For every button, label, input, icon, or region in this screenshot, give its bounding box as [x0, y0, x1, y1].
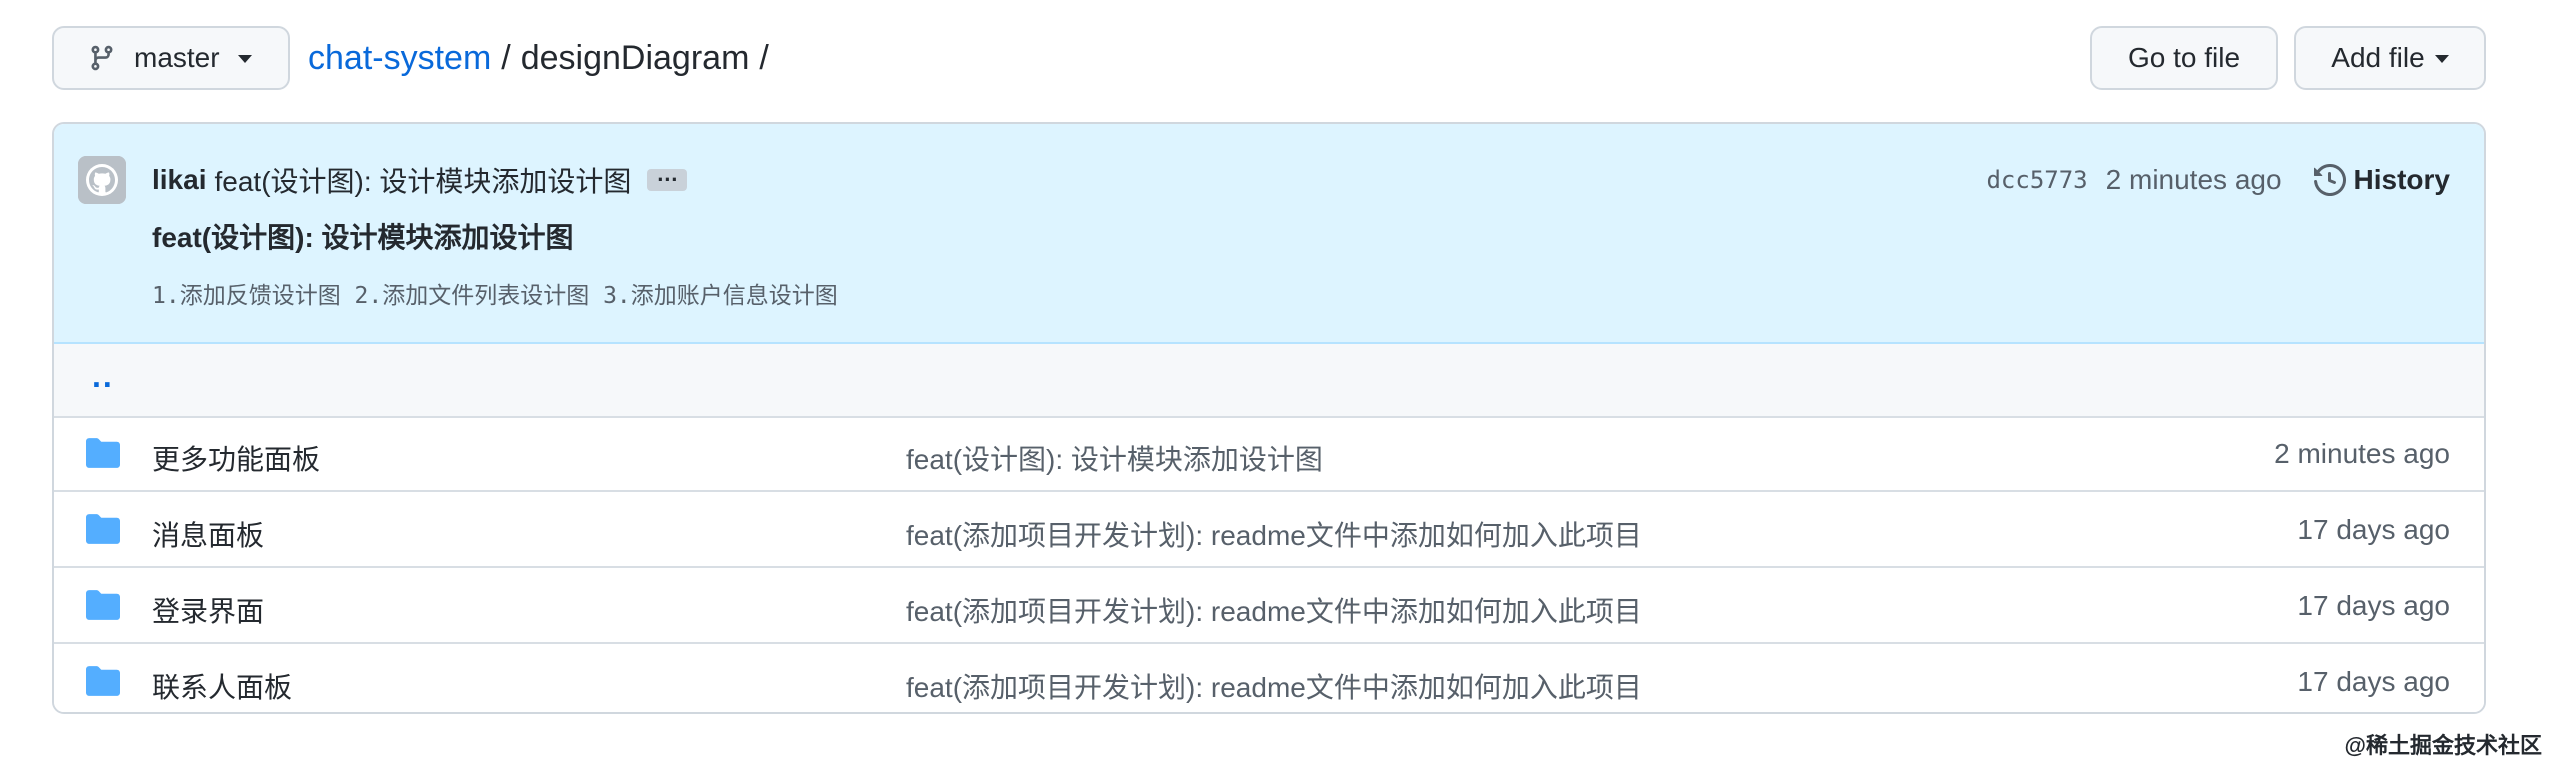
table-row[interactable]: 联系人面板 feat(添加项目开发计划): readme文件中添加如何加入此项目 1…	[54, 646, 2484, 712]
table-row[interactable]: 登录界面 feat(添加项目开发计划): readme文件中添加如何加入此项目 17…	[54, 570, 2484, 644]
add-file-label: Add file	[2331, 42, 2425, 73]
file-age: 17 days ago	[2297, 590, 2450, 621]
file-age: 2 minutes ago	[2274, 438, 2450, 469]
add-file-button[interactable]: Add file	[2294, 26, 2486, 90]
commit-summary: likai feat(设计图): 设计模块添加设计图 …	[152, 158, 688, 202]
commit-body: 1.添加反馈设计图 2.添加文件列表设计图 3.添加账户信息设计图	[152, 283, 838, 309]
commit-meta: dcc5773 2 minutes ago History	[1986, 158, 2450, 202]
file-commit-link[interactable]: feat(设计图): 设计模块添加设计图	[906, 438, 1323, 478]
avatar[interactable]	[78, 156, 126, 204]
history-icon	[2313, 164, 2346, 196]
table-row[interactable]: 消息面板 feat(添加项目开发计划): readme文件中添加如何加入此项目 17…	[54, 494, 2484, 568]
folder-icon	[86, 514, 120, 544]
file-navigation: master chat-system / designDiagram / Go …	[52, 26, 2486, 90]
file-age: 17 days ago	[2297, 514, 2450, 545]
breadcrumb: chat-system / designDiagram /	[308, 26, 779, 90]
folder-icon	[86, 438, 120, 468]
file-name-link[interactable]: 更多功能面板	[152, 438, 320, 478]
commit-author[interactable]: likai	[152, 164, 206, 196]
history-label: History	[2353, 164, 2450, 195]
file-commit-link[interactable]: feat(添加项目开发计划): readme文件中添加如何加入此项目	[906, 666, 1642, 706]
commit-title: feat(设计图): 设计模块添加设计图	[152, 222, 574, 253]
branch-select-button[interactable]: master	[52, 26, 290, 90]
chevron-down-icon	[237, 55, 252, 63]
go-to-file-button[interactable]: Go to file	[2090, 26, 2278, 90]
file-name-link[interactable]: 登录界面	[152, 590, 264, 630]
parent-directory-row[interactable]: ..	[54, 344, 2484, 418]
file-name-link[interactable]: 联系人面板	[152, 666, 292, 706]
folder-icon	[86, 590, 120, 620]
latest-commit: likai feat(设计图): 设计模块添加设计图 … feat(设计图): …	[54, 124, 2484, 344]
file-listing: likai feat(设计图): 设计模块添加设计图 … feat(设计图): …	[52, 122, 2486, 714]
file-commit-link[interactable]: feat(添加项目开发计划): readme文件中添加如何加入此项目	[906, 514, 1642, 554]
parent-directory-link[interactable]: ..	[92, 358, 114, 395]
file-age: 17 days ago	[2297, 666, 2450, 697]
chevron-down-icon	[2434, 55, 2449, 63]
commit-time: 2 minutes ago	[2105, 164, 2282, 195]
breadcrumb-current-dir: designDiagram	[520, 38, 750, 77]
commit-sha-link[interactable]: dcc5773	[1986, 166, 2087, 194]
history-button[interactable]: History	[2313, 164, 2450, 196]
expand-commit-button[interactable]: …	[647, 163, 688, 191]
file-commit-link[interactable]: feat(添加项目开发计划): readme文件中添加如何加入此项目	[906, 590, 1642, 630]
commit-message-link[interactable]: feat(设计图): 设计模块添加设计图	[214, 160, 631, 200]
table-row[interactable]: 更多功能面板 feat(设计图): 设计模块添加设计图 2 minutes ago	[54, 418, 2484, 492]
file-name-link[interactable]: 消息面板	[152, 514, 264, 554]
breadcrumb-repo-link[interactable]: chat-system	[308, 39, 491, 78]
breadcrumb-separator: /	[501, 38, 511, 77]
branch-name: master	[134, 42, 220, 73]
git-branch-icon	[91, 45, 113, 71]
github-mark-icon	[78, 156, 126, 204]
watermark: @稀土掘金技术社区	[2344, 733, 2542, 758]
folder-icon	[86, 666, 120, 696]
breadcrumb-separator: /	[759, 38, 769, 77]
